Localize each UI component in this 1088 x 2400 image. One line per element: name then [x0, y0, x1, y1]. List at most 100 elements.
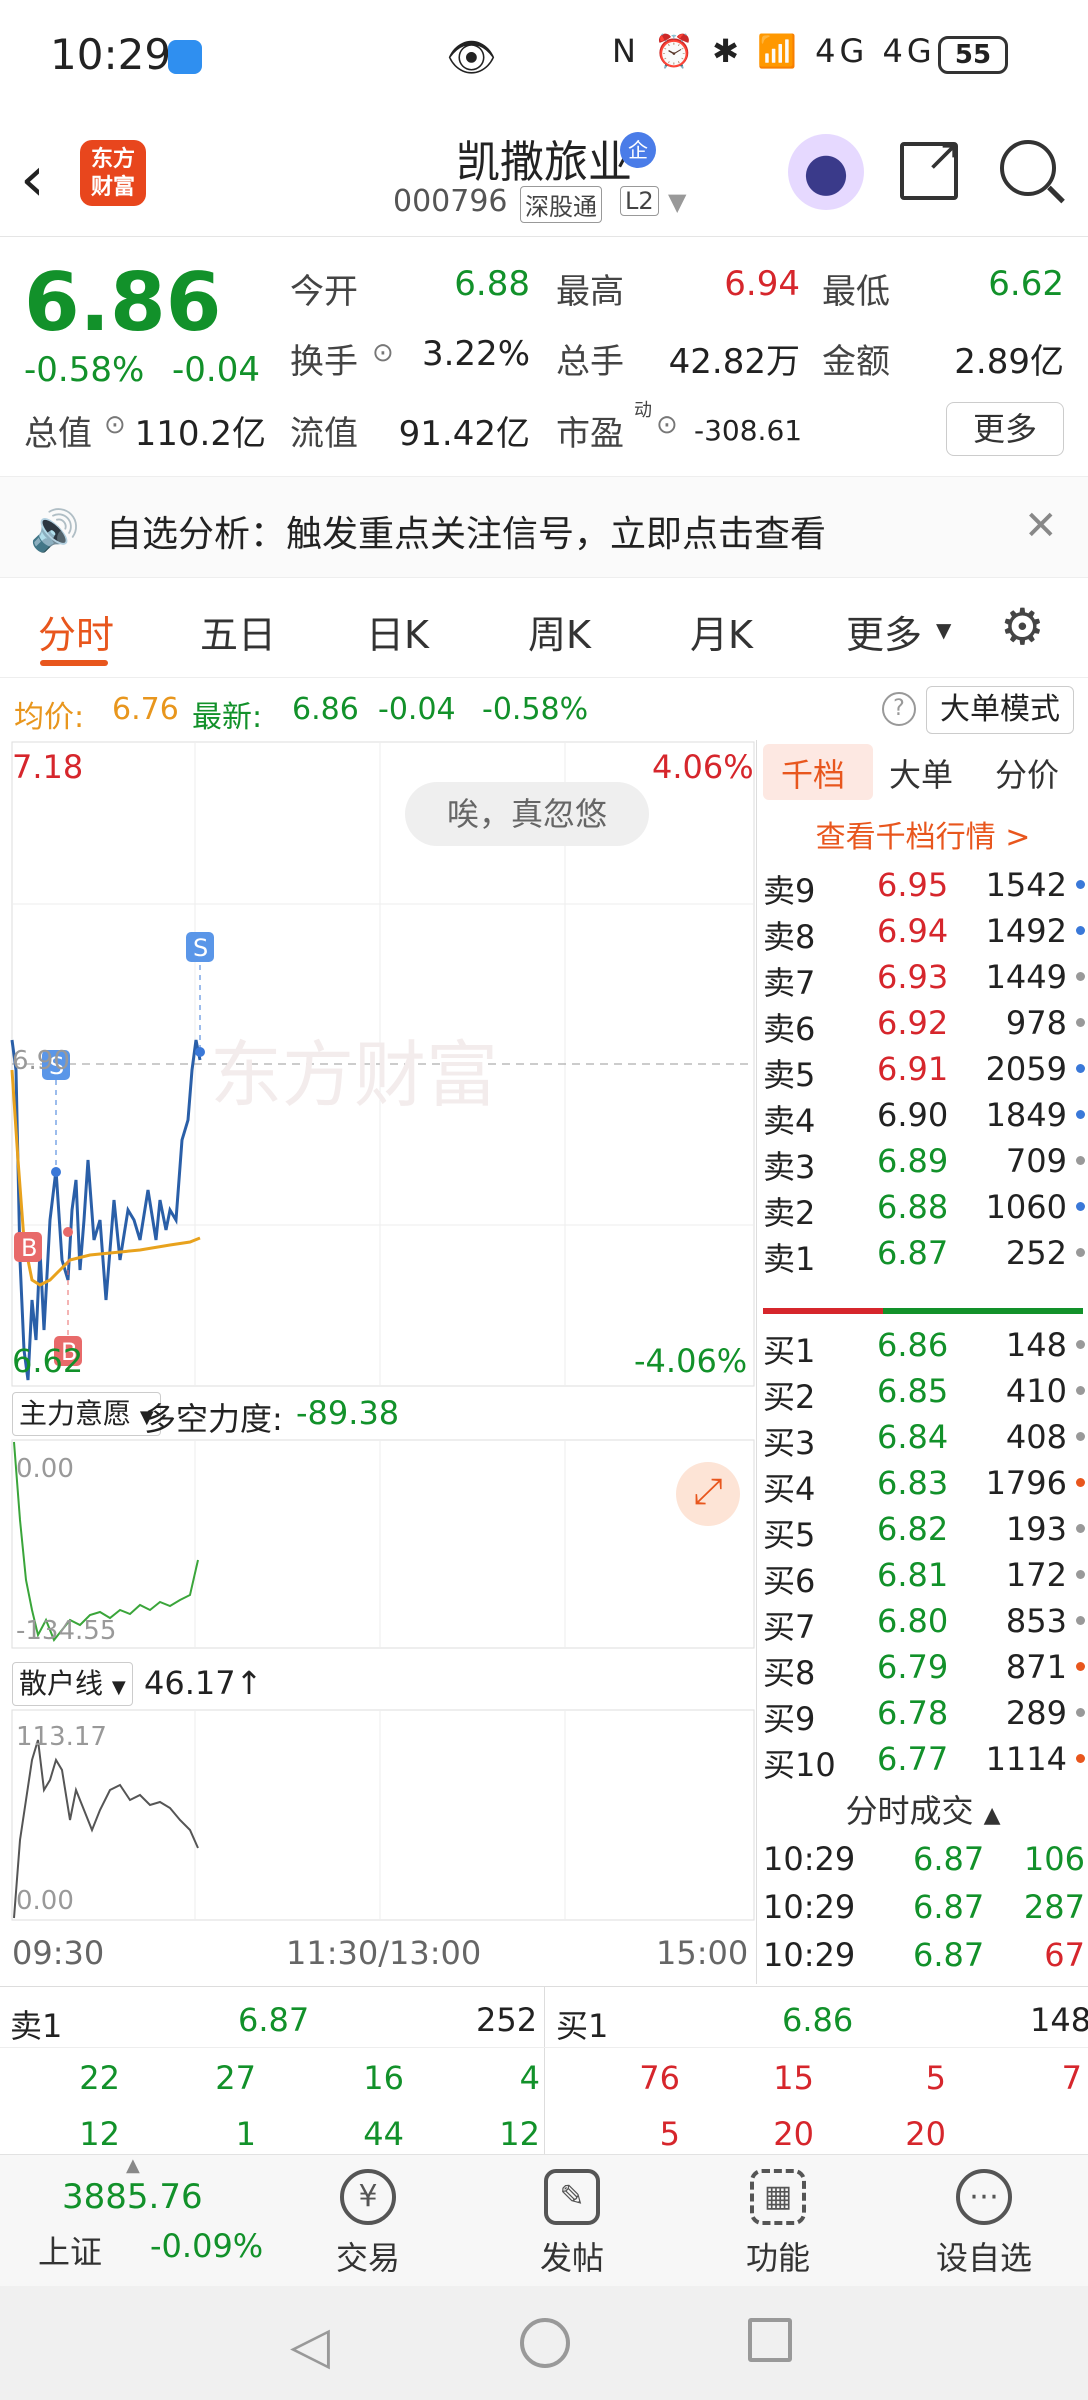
bid-level: 买8 — [763, 1654, 816, 1692]
tab-month-k[interactable]: 月K — [690, 604, 753, 659]
queue-grid: 22 27 16 4 12 1 44 12 76 15 5 7 5 20 20 — [0, 2057, 1088, 2155]
ask-row[interactable]: 卖7 6.93 1449 — [757, 954, 1088, 1002]
indicator1-select[interactable]: 主力意愿 ▼ — [12, 1392, 161, 1436]
tab-more[interactable]: 更多 — [846, 604, 922, 659]
dropdown-triangle-icon[interactable]: ▼ — [936, 618, 951, 642]
nav-post[interactable]: ✎ 发帖 — [492, 2155, 652, 2287]
ask-row[interactable]: 卖3 6.89 709 — [757, 1138, 1088, 1186]
ai-robot-icon[interactable] — [788, 134, 864, 210]
bid-row[interactable]: 买4 6.83 1796 — [757, 1460, 1088, 1508]
amount-value: 2.89亿 — [954, 342, 1064, 382]
bid-price: 6.83 — [877, 1464, 949, 1502]
bid-row[interactable]: 买8 6.79 871 — [757, 1644, 1088, 1692]
system-recents-icon[interactable] — [748, 2318, 792, 2362]
bid-volume: 148 — [1005, 1326, 1067, 1364]
tab-intraday[interactable]: 分时 — [38, 604, 114, 659]
triangle-up-icon: ▲ — [983, 1803, 1001, 1828]
dropdown-triangle-icon[interactable]: ▼ — [668, 188, 686, 216]
tab-week-k[interactable]: 周K — [528, 604, 591, 659]
latest-change: -0.04 — [378, 692, 456, 727]
ask-dot-icon — [1076, 1018, 1085, 1027]
bid-row[interactable]: 买1 6.86 148 — [757, 1322, 1088, 1370]
status-time: 10:29 — [50, 30, 172, 79]
bid-dot-icon — [1076, 1708, 1085, 1717]
tab-five-day[interactable]: 五日 — [200, 604, 276, 659]
bid-row[interactable]: 买2 6.85 410 — [757, 1368, 1088, 1416]
share-arrow-icon: ↗ — [925, 130, 962, 181]
ask-row[interactable]: 卖4 6.90 1849 — [757, 1092, 1088, 1140]
info-circle-icon[interactable]: ⊙ — [656, 410, 678, 440]
notice-banner[interactable]: 🔊 自选分析：触发重点关注信号，立即点击查看 ✕ — [0, 476, 1088, 578]
book-tab-price-dist[interactable]: 分价 — [995, 750, 1059, 796]
bid-row[interactable]: 买7 6.80 853 — [757, 1598, 1088, 1646]
bid-volume: 410 — [1005, 1372, 1067, 1410]
nav-functions-label: 功能 — [745, 2239, 810, 2277]
nav-trade[interactable]: ¥ 交易 — [288, 2155, 448, 2287]
float-cap-label: 流值 — [290, 414, 358, 454]
trade-volume: 106 — [1023, 1840, 1085, 1878]
info-circle-icon[interactable]: ⊙ — [104, 410, 126, 440]
expand-icon[interactable]: ⤢ — [676, 1462, 740, 1526]
indicator2-select[interactable]: 散户线 ▼ — [12, 1662, 133, 1706]
low-label: 最低 — [822, 272, 890, 312]
index-change[interactable]: -0.09% — [150, 2227, 263, 2265]
quote-panel: 6.86 -0.58% -0.04 今开 6.88 最高 6.94 最低 6.6… — [0, 238, 1088, 476]
latest-label: 最新: — [192, 700, 263, 735]
market-cap-label: 总值 — [24, 414, 92, 454]
trade-volume: 287 — [1023, 1888, 1085, 1926]
close-icon[interactable]: ✕ — [1024, 503, 1058, 549]
book-tab-big-order[interactable]: 大单 — [889, 750, 953, 796]
bid-price: 6.84 — [877, 1418, 949, 1456]
trade-row: 10:29 6.87 287 — [757, 1884, 1088, 1930]
book-tab-thousand[interactable]: 千档 — [781, 750, 845, 796]
more-button[interactable]: 更多 — [946, 402, 1064, 456]
gear-icon[interactable]: ⚙ — [1000, 598, 1045, 656]
trades-header[interactable]: 分时成交 ▲ — [757, 1786, 1088, 1832]
notice-text[interactable]: 自选分析：触发重点关注信号，立即点击查看 — [106, 505, 826, 557]
queue-panel: 卖1 6.87 252 买1 6.86 148 22 27 16 4 12 1 44 12 76… — [0, 1986, 1088, 2155]
indicator1-value: -89.38 — [296, 1394, 400, 1432]
view-thousand-link[interactable]: 查看千档行情 > — [757, 812, 1088, 856]
ask-row[interactable]: 卖2 6.88 1060 — [757, 1184, 1088, 1232]
triangle-up-icon: ▲ — [126, 2155, 140, 2176]
info-circle-icon[interactable]: ⊙ — [372, 338, 394, 368]
ask-row[interactable]: 卖9 6.95 1542 — [757, 862, 1088, 910]
bid-level: 买1 — [763, 1332, 816, 1370]
system-back-icon[interactable]: ◁ — [290, 2316, 330, 2376]
ask-row[interactable]: 卖8 6.94 1492 — [757, 908, 1088, 956]
ask-row[interactable]: 卖5 6.91 2059 — [757, 1046, 1088, 1094]
bid-row[interactable]: 买10 6.77 1114 — [757, 1736, 1088, 1784]
nav-functions[interactable]: ▦ 功能 — [698, 2155, 858, 2287]
ask-volume: 1542 — [985, 866, 1067, 904]
time-axis-start: 09:30 — [12, 1934, 105, 1972]
queue-buy-vol: 148 — [1030, 2001, 1088, 2039]
queue-buy-label: 买1 — [556, 2007, 609, 2045]
pe-value: -308.61 — [694, 414, 803, 447]
nav-add-watchlist[interactable]: ⋯ 设自选 — [904, 2155, 1064, 2287]
bid-level: 买10 — [763, 1746, 836, 1784]
system-home-icon[interactable] — [520, 2318, 570, 2368]
indicator2-select-label: 散户线 — [19, 1667, 104, 1700]
big-order-mode-button[interactable]: 大单模式 — [926, 686, 1074, 734]
bid-row[interactable]: 买3 6.84 408 — [757, 1414, 1088, 1462]
battery-icon: 55 — [938, 36, 1008, 74]
bid-row[interactable]: 买5 6.82 193 — [757, 1506, 1088, 1554]
ask-ratio-bar — [763, 1308, 883, 1314]
ask-level: 卖6 — [763, 1010, 816, 1048]
index-value[interactable]: 3885.76 — [62, 2177, 203, 2217]
bid-row[interactable]: 买9 6.78 289 — [757, 1690, 1088, 1738]
bid-dot-icon — [1076, 1524, 1085, 1533]
help-icon[interactable]: ? — [882, 692, 916, 726]
status-bar: 10:29 👁 N ⏰ ✱ 📶 4G 4G 55 — [0, 0, 1088, 112]
intraday-chart[interactable]: 东方财富 S S B B 7.18 4.06% 6.90 6.62 -4.06%… — [10, 740, 756, 1984]
bid-dot-icon — [1076, 1386, 1085, 1395]
tab-day-k[interactable]: 日K — [366, 604, 429, 659]
ask-row[interactable]: 卖6 6.92 978 — [757, 1000, 1088, 1048]
index-name[interactable]: 上证 — [38, 2227, 102, 2273]
message-notification-icon — [168, 40, 202, 74]
eye-icon: 👁 — [446, 35, 497, 81]
bid-dot-icon — [1076, 1662, 1085, 1671]
ask-row[interactable]: 卖1 6.87 252 — [757, 1230, 1088, 1278]
bid-row[interactable]: 买6 6.81 172 — [757, 1552, 1088, 1600]
ind1-axis-top: 0.00 — [16, 1454, 74, 1484]
